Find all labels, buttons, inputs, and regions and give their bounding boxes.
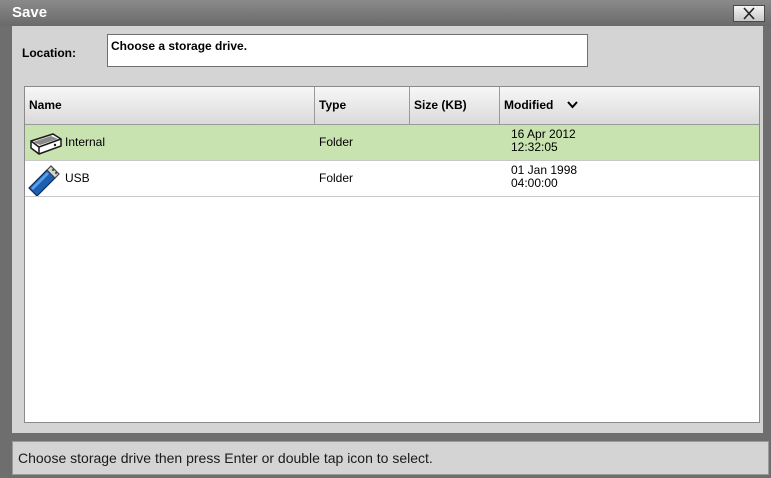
chevron-down-icon — [566, 98, 578, 112]
save-dialog: Save Location: Choose a storage drive. N… — [0, 0, 771, 478]
row-modified: 01 Jan 1998 04:00:00 — [511, 164, 577, 190]
row-modified: 16 Apr 2012 12:32:05 — [511, 128, 576, 154]
table-row[interactable]: Internal Folder 16 Apr 2012 12:32:05 — [25, 125, 759, 161]
row-name: Internal — [65, 135, 106, 149]
hard-drive-icon — [27, 128, 63, 163]
row-modified-time: 12:32:05 — [511, 140, 558, 154]
title-bar[interactable]: Save — [0, 0, 771, 26]
file-list[interactable]: Name Type Size (KB) Modified Internal Fo… — [24, 86, 760, 423]
dialog-body: Location: Choose a storage drive. Name T… — [12, 26, 763, 433]
close-icon — [743, 7, 755, 20]
list-header: Name Type Size (KB) Modified — [25, 87, 759, 125]
location-label: Location: — [22, 46, 76, 60]
row-type: Folder — [319, 135, 354, 149]
row-name: USB — [65, 171, 90, 185]
close-button[interactable] — [733, 5, 765, 22]
column-header-type[interactable]: Type — [315, 87, 410, 124]
location-field[interactable]: Choose a storage drive. — [107, 34, 588, 67]
row-type: Folder — [319, 171, 354, 185]
window-title: Save — [12, 4, 48, 21]
column-header-name[interactable]: Name — [25, 87, 315, 124]
column-header-modified-label: Modified — [504, 98, 554, 112]
usb-drive-icon — [27, 164, 61, 201]
column-header-modified[interactable]: Modified — [500, 87, 759, 124]
row-modified-time: 04:00:00 — [511, 176, 558, 190]
column-header-size[interactable]: Size (KB) — [410, 87, 500, 124]
table-row[interactable]: USB Folder 01 Jan 1998 04:00:00 — [25, 161, 759, 197]
status-bar: Choose storage drive then press Enter or… — [12, 441, 769, 475]
